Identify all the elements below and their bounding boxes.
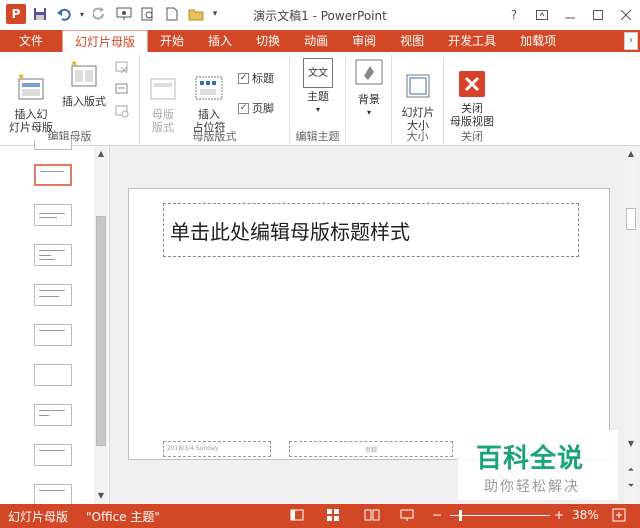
- slide-canvas[interactable]: 单击此处编辑母版标题样式 2018/3/4 Sunday 页脚: [128, 188, 610, 460]
- slide-thumbnail[interactable]: [34, 284, 72, 306]
- redo-icon[interactable]: [90, 4, 110, 24]
- slide-thumbnail[interactable]: [34, 484, 72, 504]
- editor-scrollbar[interactable]: ▲ ▼ ⏶ ⏷: [624, 146, 638, 504]
- delete-slide-icon[interactable]: [114, 60, 130, 77]
- fit-slide-icon[interactable]: [612, 508, 626, 525]
- scroll-thumb[interactable]: [626, 208, 636, 230]
- date-placeholder[interactable]: 2018/3/4 Sunday: [163, 441, 271, 457]
- ribbon: ✶ 插入幻 灯片母版 ✶ 插入版式 编辑母版 母版 版式 插入 占位符 ✓ 标题…: [0, 52, 640, 146]
- svg-text:✶: ✶: [70, 59, 78, 70]
- close-master-view-icon: [459, 71, 485, 97]
- status-bar: 幻灯片母版 "Office 主题" − + 38%: [0, 504, 640, 528]
- status-view-name: 幻灯片母版: [8, 510, 69, 524]
- group-master-layout: 母版 版式 插入 占位符 ✓ 标题 ✓ 页脚 母版版式: [140, 54, 290, 144]
- help-button[interactable]: ?: [500, 0, 528, 30]
- group-edit-theme: 文文 主题 ▾ 编辑主题: [290, 54, 346, 144]
- slide-thumbnail[interactable]: [34, 244, 72, 266]
- scroll-up-icon[interactable]: ▲: [625, 148, 637, 160]
- minimize-icon[interactable]: [556, 0, 584, 30]
- slide-thumbnail[interactable]: [34, 204, 72, 226]
- footer-placeholder[interactable]: 页脚: [289, 441, 453, 457]
- slide-thumbnail[interactable]: [34, 164, 72, 186]
- tab-addins[interactable]: 加载项: [508, 30, 568, 52]
- title-bar: P ▾ ▾ 演示文稿1 - PowerPoint ?: [0, 0, 640, 30]
- footer-checkbox[interactable]: ✓ 页脚: [238, 100, 274, 116]
- svg-text:✶: ✶: [17, 72, 25, 83]
- preserve-master-icon[interactable]: [114, 104, 130, 121]
- slide-sorter-view-icon[interactable]: [326, 508, 340, 525]
- group-edit-master: ✶ 插入幻 灯片母版 ✶ 插入版式 编辑母版: [0, 54, 140, 144]
- group-size: 幻灯片 大小 大小: [392, 54, 444, 144]
- insert-layout-button[interactable]: ✶ 插入版式: [58, 58, 110, 108]
- theme-icon: 文文: [303, 58, 333, 88]
- tab-transitions[interactable]: 切换: [244, 30, 292, 52]
- slide-thumbnail[interactable]: [34, 324, 72, 346]
- tab-slide-master[interactable]: 幻灯片母版: [62, 30, 149, 52]
- group-background: 背景 ▾: [346, 54, 392, 144]
- title-checkbox[interactable]: ✓ 标题: [238, 70, 274, 86]
- tab-file[interactable]: 文件: [0, 30, 62, 52]
- tab-review[interactable]: 审阅: [340, 30, 388, 52]
- scroll-down-icon[interactable]: ▼: [625, 438, 637, 450]
- customize-qat-icon[interactable]: ▾: [210, 4, 220, 24]
- tab-insert[interactable]: 插入: [196, 30, 244, 52]
- reading-view-icon[interactable]: [364, 508, 380, 525]
- tab-animations[interactable]: 动画: [292, 30, 340, 52]
- ribbon-display-options-icon[interactable]: [528, 0, 556, 30]
- tab-developer[interactable]: 开发工具: [436, 30, 508, 52]
- undo-icon[interactable]: [54, 4, 74, 24]
- scroll-down-icon[interactable]: ▼: [95, 490, 107, 502]
- quick-access-toolbar: P ▾ ▾: [6, 4, 220, 24]
- window-controls: ?: [500, 0, 640, 30]
- zoom-level[interactable]: 38%: [572, 508, 599, 522]
- background-dropdown-icon: ▾: [366, 108, 371, 117]
- zoom-slider-thumb[interactable]: [459, 510, 462, 521]
- background-styles-icon: [355, 59, 383, 85]
- slide-thumbnail[interactable]: [34, 444, 72, 466]
- title-placeholder[interactable]: 单击此处编辑母版标题样式: [163, 203, 579, 257]
- insert-layout-icon: ✶: [70, 59, 97, 87]
- status-theme-name: "Office 主题": [86, 510, 160, 524]
- slide-thumbnails-pane: ▲ ▼: [0, 140, 110, 504]
- tab-view[interactable]: 视图: [388, 30, 436, 52]
- slide-thumbnail[interactable]: [34, 364, 72, 386]
- theme-button[interactable]: 文文 主题 ▾: [298, 58, 338, 116]
- new-document-icon[interactable]: [162, 4, 182, 24]
- scroll-up-icon[interactable]: ▲: [95, 148, 107, 160]
- powerpoint-logo-icon: P: [6, 4, 26, 24]
- checkmark-icon: ✓: [238, 72, 249, 84]
- open-folder-icon[interactable]: [186, 4, 206, 24]
- rename-slide-icon[interactable]: [114, 82, 130, 99]
- group-close: 关闭 母版视图 关闭: [444, 54, 500, 144]
- previous-slide-icon[interactable]: ⏶: [625, 464, 637, 476]
- zoom-slider[interactable]: [450, 515, 550, 516]
- ribbon-tabs: 文件 幻灯片母版 开始 插入 切换 动画 审阅 视图 开发工具 加载项 ›: [0, 30, 640, 52]
- slide-show-view-icon[interactable]: [400, 508, 414, 525]
- normal-view-icon[interactable]: [290, 508, 304, 525]
- slide-thumbnail[interactable]: [34, 404, 72, 426]
- next-slide-icon[interactable]: ⏷: [625, 480, 637, 492]
- present-from-start-icon[interactable]: [114, 4, 134, 24]
- maximize-icon[interactable]: [584, 0, 612, 30]
- tab-home[interactable]: 开始: [148, 30, 196, 52]
- save-icon[interactable]: [30, 4, 50, 24]
- scroll-thumb[interactable]: [96, 216, 106, 446]
- master-layout-icon: [150, 78, 176, 100]
- theme-dropdown-icon: ▾: [315, 105, 320, 114]
- ribbon-scroll-right-icon[interactable]: ›: [624, 32, 638, 50]
- watermark-logo: 百科全说 助你轻松解决: [458, 430, 618, 500]
- zoom-out-button[interactable]: −: [432, 508, 442, 522]
- thumbnails-scrollbar[interactable]: ▲ ▼: [94, 146, 108, 504]
- zoom-in-button[interactable]: +: [554, 508, 564, 522]
- background-button[interactable]: 背景 ▾: [352, 58, 386, 119]
- close-window-icon[interactable]: [612, 0, 640, 30]
- insert-placeholder-icon: [195, 76, 223, 100]
- slide-size-icon: [406, 74, 430, 98]
- insert-slide-master-icon: ✶: [17, 72, 44, 100]
- checkmark-icon: ✓: [238, 102, 249, 114]
- print-preview-icon[interactable]: [138, 4, 158, 24]
- slide-thumbnail[interactable]: [34, 140, 72, 150]
- undo-dropdown-icon[interactable]: ▾: [78, 4, 86, 24]
